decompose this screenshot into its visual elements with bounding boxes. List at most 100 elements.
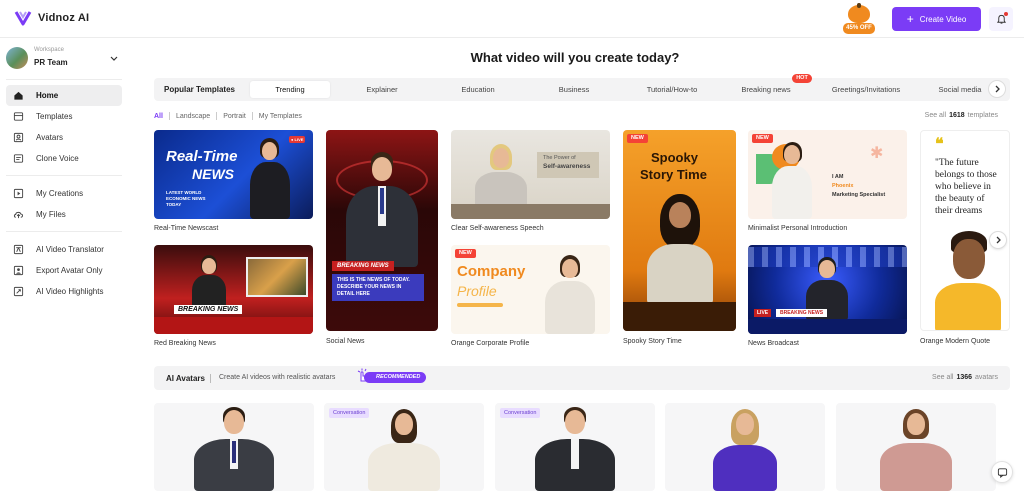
avatar-card[interactable]: Conversation [495,403,655,491]
translate-icon [13,244,24,255]
workspace-label: Workspace [34,47,64,53]
avatar-card[interactable] [665,403,825,491]
see-all-avatars-link[interactable]: See all 1366 avatars [932,374,998,381]
see-all-prefix: See all [924,112,947,119]
workspace-switcher[interactable]: Workspace PR Team [6,45,122,75]
sidebar-item-ai-video-translator[interactable]: AI Video Translator [6,239,122,260]
upload-cloud-icon [13,211,23,219]
sidebar-item-home[interactable]: Home [6,85,122,106]
avatars-icon [13,132,24,143]
template-card-social-news[interactable]: BREAKING NEWS THIS IS THE NEWS OF TODAY.… [326,130,438,331]
sidebar-item-label: Clone Voice [36,154,79,163]
filter-landscape[interactable]: Landscape [176,113,210,120]
sidebar-item-label: AI Video Translator [36,245,104,254]
templates-icon [13,112,24,121]
template-card-news-broadcast[interactable]: LIVE BREAKING NEWS [748,245,907,334]
filter-separator [216,112,218,120]
template-card-red-breaking-news[interactable]: BREAKING NEWS [154,245,313,334]
avatar-figure [876,409,956,491]
fence-silhouette [623,302,736,331]
template-card-minimalist-personal-introduction[interactable]: NEW I AM Phoenix Marketing Specialist ✱ [748,130,907,219]
create-video-label: Create Video [919,14,967,24]
template-filters: All Landscape Portrait My Templates [154,112,302,120]
popular-templates-title: Popular Templates [164,85,235,94]
tab-business[interactable]: Business [534,81,614,98]
top-bar: Vidnoz AI 45% OFF + Create Video [0,0,1024,38]
template-card-orange-corporate-profile[interactable]: NEW Company Profile [451,245,610,334]
avatar-figure [194,407,274,491]
sidebar: Workspace PR Team Home Templates Avatars… [0,38,130,491]
sidebar-item-ai-video-highlights[interactable]: AI Video Highlights [6,281,122,302]
home-icon [14,91,23,100]
sidebar-divider [6,231,122,232]
avatar-presenter [772,142,812,219]
ticker-bar [748,319,907,334]
app-logo[interactable]: Vidnoz AI [14,9,89,27]
avatar-presenter [346,152,418,267]
template-card-real-time-newscast[interactable]: Real-Time NEWS LATEST WORLD ECONOMIC NEW… [154,130,313,219]
sidebar-divider [6,79,122,80]
tab-tutorial-how-to[interactable]: Tutorial/How-to [630,81,714,98]
card-title: Spooky [651,150,698,165]
template-card-clear-self-awareness-speech[interactable]: The Power of Self-awareness [451,130,610,219]
avatar-presenter [647,194,713,304]
new-badge: NEW [752,134,773,143]
sidebar-item-templates[interactable]: Templates [6,106,122,127]
tab-education[interactable]: Education [438,81,518,98]
news-body: THIS IS THE NEWS OF TODAY. DESCRIBE YOUR… [332,274,424,301]
carousel-next-button[interactable] [989,231,1007,249]
promo-banner[interactable]: 45% OFF [843,3,875,35]
avatar-presenter [250,138,290,219]
avatar-card[interactable]: Conversation [324,403,484,491]
card-title: Company [457,263,526,280]
avatar-card[interactable] [154,403,314,491]
tab-trending[interactable]: Trending [250,81,330,98]
sidebar-item-label: Home [36,91,59,100]
template-card-spooky-story-time[interactable]: NEW Spooky Story Time [623,130,736,331]
sidebar-item-avatars[interactable]: Avatars [6,127,122,148]
clone-voice-icon [13,154,24,163]
tab-social-media[interactable]: Social media [926,81,994,98]
breaking-news-banner: BREAKING NEWS [174,305,243,314]
avatar-card[interactable] [836,403,996,491]
pumpkin-stem [857,3,861,8]
tab-breaking-news[interactable]: Breaking news [726,81,806,98]
card-title-2: Story Time [640,167,707,182]
play-icon [13,188,24,199]
live-badge: LIVE [754,309,772,317]
notifications-button[interactable] [989,7,1013,31]
ticker-bar [154,317,313,334]
workspace-name: PR Team [34,58,68,67]
template-caption: News Broadcast [748,340,799,347]
live-badge: ● LIVE [289,136,306,143]
sidebar-item-clone-voice[interactable]: Clone Voice [6,148,122,169]
sidebar-item-export-avatar-only[interactable]: Export Avatar Only [6,260,122,281]
sidebar-item-my-creations[interactable]: My Creations [6,183,122,204]
filter-all[interactable]: All [154,113,163,120]
page-headline: What video will you create today? [470,50,680,65]
ai-avatars-title: AI Avatars [166,374,205,383]
avatar-figure [705,409,785,491]
promo-badge: 45% OFF [843,23,875,34]
sidebar-item-my-files[interactable]: My Files [6,204,122,225]
tabs-next-button[interactable] [988,80,1006,98]
workspace-avatar [6,47,28,69]
card-title: The Power of [543,155,576,161]
chat-support-button[interactable] [991,461,1013,483]
sidebar-divider [6,175,122,176]
decor-asterisk: ✱ [870,145,884,162]
chevron-right-icon [996,236,1001,244]
filter-portrait[interactable]: Portrait [223,113,246,120]
sidebar-item-label: My Files [36,210,66,219]
tab-greetings-invitations[interactable]: Greetings/Invitations [818,81,914,98]
template-caption: Clear Self-awareness Speech [451,225,544,232]
vidnoz-logo-icon [14,11,32,26]
create-video-button[interactable]: + Create Video [892,7,981,31]
export-avatar-icon [13,265,24,276]
ai-avatars-header: AI Avatars Create AI videos with realist… [154,366,1010,390]
see-all-templates-link[interactable]: See all 1618 templates [925,112,998,119]
chevron-right-icon [995,85,1000,93]
tab-explainer[interactable]: Explainer [342,81,422,98]
avatar-figure [535,407,615,491]
filter-my-templates[interactable]: My Templates [259,113,302,120]
